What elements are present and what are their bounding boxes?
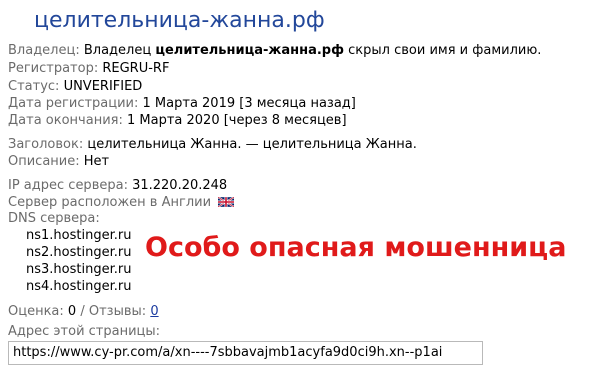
- exp-date-label: Дата окончания:: [8, 113, 123, 128]
- registrar-label: Регистратор:: [8, 61, 99, 76]
- status-value: UNVERIFIED: [63, 79, 143, 94]
- uk-flag-icon: [218, 197, 235, 207]
- owner-suffix: скрыл свои имя и фамилию.: [348, 43, 542, 58]
- reg-date-row: Дата регистрации: 1 Марта 2019 [3 месяца…: [8, 95, 356, 112]
- rating-row: Оценка: 0 / Отзывы: 0: [8, 303, 159, 320]
- reviews-label: Отзывы:: [88, 304, 147, 319]
- registrar-row: Регистратор: REGRU-RF: [8, 60, 169, 77]
- page-address-field[interactable]: https://www.cy-pr.com/a/xn----7sbbavajmb…: [8, 341, 483, 365]
- dns-label: DNS сервера:: [8, 211, 100, 226]
- server-location-label: Сервер расположен в: [8, 195, 158, 210]
- ip-row: IP адрес сервера: 31.220.20.248: [8, 177, 227, 194]
- heading-label: Заголовок:: [8, 137, 84, 152]
- dns-server-1: ns1.hostinger.ru: [26, 228, 132, 243]
- owner-domain: целительница-жанна.рф: [155, 43, 345, 58]
- rating-label: Оценка:: [8, 304, 64, 319]
- rating-separator: /: [80, 304, 85, 319]
- reg-date-value: 1 Марта 2019 [3 месяца назад]: [142, 96, 356, 111]
- status-label: Статус:: [8, 79, 60, 94]
- description-label: Описание:: [8, 154, 80, 169]
- rating-value: 0: [67, 304, 77, 319]
- reg-date-label: Дата регистрации:: [8, 96, 139, 111]
- dns-server-3: ns3.hostinger.ru: [26, 262, 132, 277]
- server-location-value: Англии: [161, 195, 212, 210]
- description-value: Нет: [83, 154, 110, 169]
- exp-date-value: 1 Марта 2020 [через 8 месяцев]: [127, 113, 347, 128]
- dns-row: DNS сервера:: [8, 210, 100, 227]
- page-address-label: Адрес этой страницы:: [8, 324, 161, 339]
- registrar-value: REGRU-RF: [102, 61, 170, 76]
- ip-label: IP адрес сервера:: [8, 178, 128, 193]
- description-row: Описание: Нет: [8, 153, 109, 170]
- ip-value: 31.220.20.248: [132, 178, 228, 193]
- status-row: Статус: UNVERIFIED: [8, 78, 142, 95]
- owner-label: Владелец:: [8, 43, 80, 58]
- dns-server-2: ns2.hostinger.ru: [26, 245, 132, 260]
- reviews-link[interactable]: 0: [150, 304, 158, 319]
- heading-value: целительница Жанна. — целительница Жанна…: [87, 137, 417, 152]
- page-title: целительница-жанна.рф: [34, 8, 325, 33]
- dns-server-4: ns4.hostinger.ru: [26, 279, 132, 294]
- heading-row: Заголовок: целительница Жанна. — целител…: [8, 136, 417, 153]
- fraud-warning-text: Особо опасная мошенница: [145, 232, 567, 263]
- owner-row: Владелец: Владелец целительница-жанна.рф…: [8, 42, 541, 59]
- exp-date-row: Дата окончания: 1 Марта 2020 [через 8 ме…: [8, 112, 347, 129]
- server-location-row: Сервер расположен в Англии: [8, 194, 235, 211]
- owner-prefix: Владелец: [83, 43, 152, 58]
- page-address-row: Адрес этой страницы:: [8, 323, 160, 340]
